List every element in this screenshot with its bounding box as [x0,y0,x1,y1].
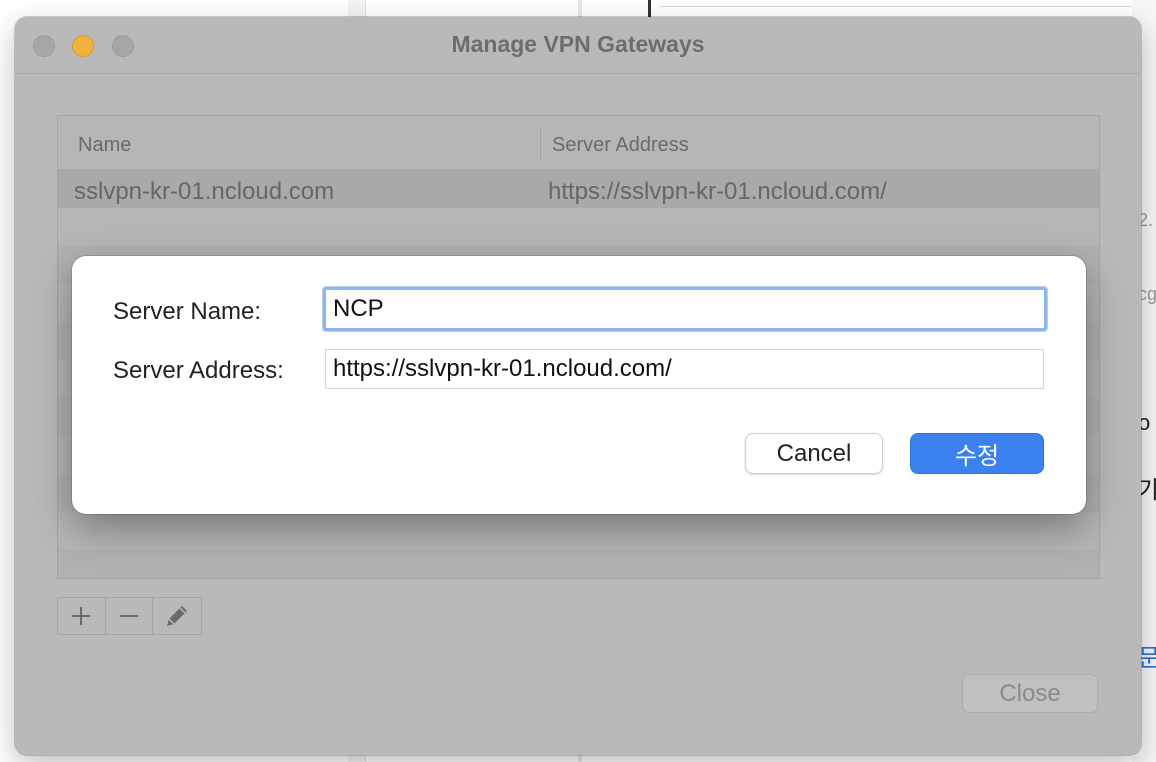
cell-name: sslvpn-kr-01.ncloud.com [74,178,335,205]
empty-row [58,550,1099,578]
cell-server-address: https://sslvpn-kr-01.ncloud.com/ [548,178,887,205]
remove-gateway-button[interactable] [106,598,154,634]
table-toolbar [57,597,202,635]
title-bar[interactable]: Manage VPN Gateways [15,17,1141,74]
close-button[interactable]: Close [962,674,1098,713]
server-name-label: Server Name: [113,298,262,325]
confirm-edit-button[interactable]: 수정 [910,433,1044,474]
cancel-button[interactable]: Cancel [745,433,883,474]
add-gateway-button[interactable] [58,598,106,634]
window-title: Manage VPN Gateways [451,31,705,57]
edit-gateway-button[interactable] [153,598,201,634]
column-separator[interactable] [540,128,541,160]
background-cursor-bar [648,0,651,18]
column-header-name[interactable]: Name [78,134,131,157]
server-address-field[interactable] [325,349,1044,389]
table-row[interactable]: sslvpn-kr-01.ncloud.com https://sslvpn-k… [58,170,1099,208]
table-header: Name Server Address [58,116,1099,170]
plus-icon [72,607,91,625]
edit-gateway-sheet: Server Name: Server Address: Cancel 수정 [72,256,1086,514]
column-header-server-address[interactable]: Server Address [552,134,689,157]
background-line [660,6,1156,7]
server-address-label: Server Address: [113,357,284,384]
server-name-field[interactable] [323,287,1047,331]
minus-icon [120,615,138,617]
pencil-icon [167,606,188,626]
